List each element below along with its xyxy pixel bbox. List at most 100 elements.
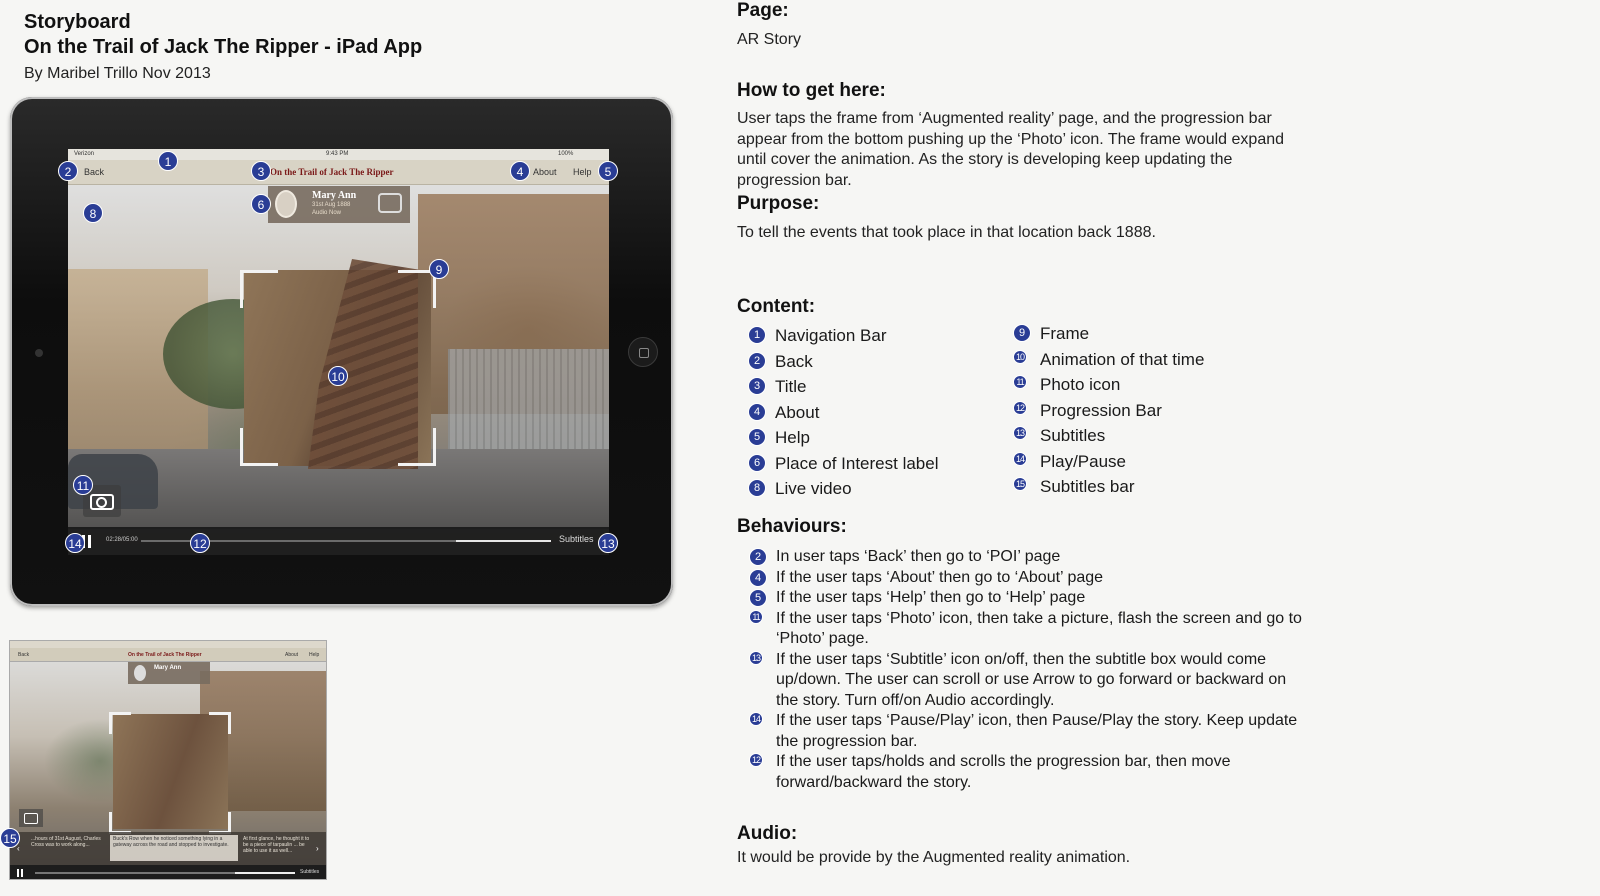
behaviour-text: If the user taps ‘Subtitle’ icon on/off,…	[776, 650, 1287, 709]
callout-badge: 1	[158, 151, 178, 171]
chevron-right-icon[interactable]: ›	[316, 844, 319, 853]
progress-fill	[235, 872, 295, 874]
help-button[interactable]: Help	[309, 648, 319, 662]
subtitle-cell-active: Buck's Row when he noticed something lyi…	[110, 835, 238, 861]
number-badge: 3	[748, 377, 766, 395]
content-item-label: Subtitles bar	[1040, 477, 1135, 496]
callout-badge: 6	[251, 194, 271, 214]
number-badge: 14	[1013, 451, 1027, 466]
page-value: AR Story	[737, 31, 802, 48]
camera-lens-icon	[96, 497, 107, 508]
doc-byline: By Maribel Trillo Nov 2013	[24, 65, 211, 82]
number-badge: 8	[748, 479, 766, 497]
callout-badge: 10	[328, 366, 348, 386]
number-badge: 5	[749, 589, 767, 607]
status-battery: 100%	[558, 151, 574, 157]
number-badge: 1	[748, 326, 766, 344]
callout-badge: 11	[73, 475, 93, 495]
behaviour-text: If the user taps ‘Help’ then go to ‘Help…	[776, 589, 1086, 606]
camera-icon[interactable]	[19, 809, 43, 827]
behaviour-item: 14 If the user taps ‘Pause/Play’ icon, th…	[749, 711, 1309, 752]
poi-audio: Audio Now	[312, 210, 342, 216]
number-badge: 10	[1013, 349, 1027, 364]
callout-badge: 5	[598, 161, 618, 181]
subtitles-button[interactable]: Subtitles	[300, 869, 319, 875]
subtitle-cell: ...hours of 31st August, Charles Cross w…	[31, 836, 101, 848]
number-badge: 13	[1013, 426, 1027, 440]
ar-frame[interactable]	[109, 712, 231, 834]
purpose-text: To tell the events that took place in th…	[737, 224, 1156, 241]
content-item: 14 Play/Pause	[1002, 451, 1204, 477]
behaviours-label: Behaviours:	[737, 516, 847, 537]
content-item-label: About	[775, 402, 820, 422]
how-text: User taps the frame from ‘Augmented real…	[737, 110, 1285, 189]
audio-icon[interactable]	[378, 193, 402, 213]
progression-bar[interactable]: Subtitles	[10, 865, 326, 879]
callout-badge: 13	[598, 533, 618, 553]
status-carrier: Verizon	[74, 151, 95, 157]
chevron-left-icon[interactable]: ‹	[17, 844, 20, 853]
audio-label: Audio:	[737, 823, 798, 844]
poi-label[interactable]: Mary Ann 31st Aug 1888 Audio Now	[268, 186, 410, 223]
content-list-left: 1 Navigation Bar 2 Back 3 Title 4 About 5 Help 6 Pl…	[737, 325, 938, 504]
content-list-right: 9 Frame 10 Animation of that time 11 Photo ic…	[1002, 323, 1204, 502]
doc-title: Storyboard	[24, 11, 131, 33]
callout-badge: 15	[0, 828, 20, 848]
content-item: 9 Frame	[1002, 323, 1204, 349]
subtitles-button[interactable]: Subtitles	[559, 534, 594, 544]
content-item: 10 Animation of that time	[1002, 349, 1204, 375]
ipad-camera	[35, 349, 43, 357]
callout-badge: 9	[429, 259, 449, 279]
ipad-home-button	[628, 337, 658, 367]
about-button[interactable]: About	[285, 648, 298, 662]
content-item: 6 Place of Interest label	[737, 453, 938, 479]
subtitles-bar[interactable]: ‹ ...hours of 31st August, Charles Cross…	[10, 832, 326, 865]
content-item-label: Navigation Bar	[775, 326, 887, 345]
content-item: 15 Subtitles bar	[1002, 476, 1204, 502]
content-item-label: Frame	[1040, 324, 1090, 343]
callout-badge: 2	[58, 161, 78, 181]
behaviours-list: 2 In user taps ‘Back’ then go to ‘POI’ pa…	[749, 547, 1309, 793]
number-badge: 14	[749, 712, 763, 726]
number-badge: 12	[749, 753, 763, 767]
app-title: On the Trail of Jack The Ripper	[128, 652, 202, 658]
status-bar	[10, 641, 326, 648]
callout-badge: 4	[510, 161, 530, 181]
back-button[interactable]: Back	[18, 648, 29, 662]
content-item-label: Help	[775, 428, 810, 447]
number-badge: 2	[749, 548, 767, 566]
poi-name: Mary Ann	[312, 190, 357, 201]
content-item-label: Place of Interest label	[775, 453, 939, 473]
back-button[interactable]: Back	[84, 167, 104, 177]
behaviour-text: In user taps ‘Back’ then go to ‘POI’ pag…	[776, 548, 1061, 565]
status-time: 9:43 PM	[326, 151, 349, 157]
help-button[interactable]: Help	[573, 167, 592, 177]
subtitles-mockup: Back On the Trail of Jack The Ripper Abo…	[9, 640, 327, 880]
callout-badge: 14	[65, 533, 85, 553]
about-button[interactable]: About	[533, 167, 557, 177]
behaviour-text: If the user taps/holds and scrolls the p…	[776, 753, 1231, 791]
avatar	[275, 190, 297, 218]
pause-icon[interactable]	[17, 869, 23, 877]
content-item-label: Live video	[775, 479, 852, 498]
playback-time: 02:28/05:00	[106, 537, 138, 543]
behaviour-text: If the user taps ‘About’ then go to ‘Abo…	[776, 568, 1104, 586]
progression-bar[interactable]: 02:28/05:00 Subtitles	[68, 527, 609, 555]
content-item: 3 Title	[737, 376, 938, 402]
number-badge: 9	[1013, 324, 1031, 342]
content-item-label: Photo icon	[1040, 375, 1121, 394]
content-item-label: Play/Pause	[1040, 451, 1126, 471]
content-item: 11 Photo icon	[1002, 374, 1204, 400]
number-badge: 5	[748, 428, 766, 446]
poi-label[interactable]: Mary Ann	[128, 662, 210, 684]
content-item: 12 Progression Bar	[1002, 400, 1204, 426]
number-badge: 12	[1013, 400, 1027, 415]
ipad-screen: Verizon 9:43 PM 100% Back On the Trail o…	[68, 149, 609, 555]
content-item: 13 Subtitles	[1002, 425, 1204, 451]
number-badge: 4	[749, 568, 767, 587]
behaviour-text: If the user taps ‘Photo’ icon, then take…	[776, 609, 1302, 648]
navigation-bar: Back On the Trail of Jack The Ripper Abo…	[10, 648, 326, 662]
avatar	[134, 665, 146, 681]
number-badge: 13	[749, 650, 763, 665]
behaviour-item: 12 If the user taps/holds and scrolls the…	[749, 752, 1309, 793]
